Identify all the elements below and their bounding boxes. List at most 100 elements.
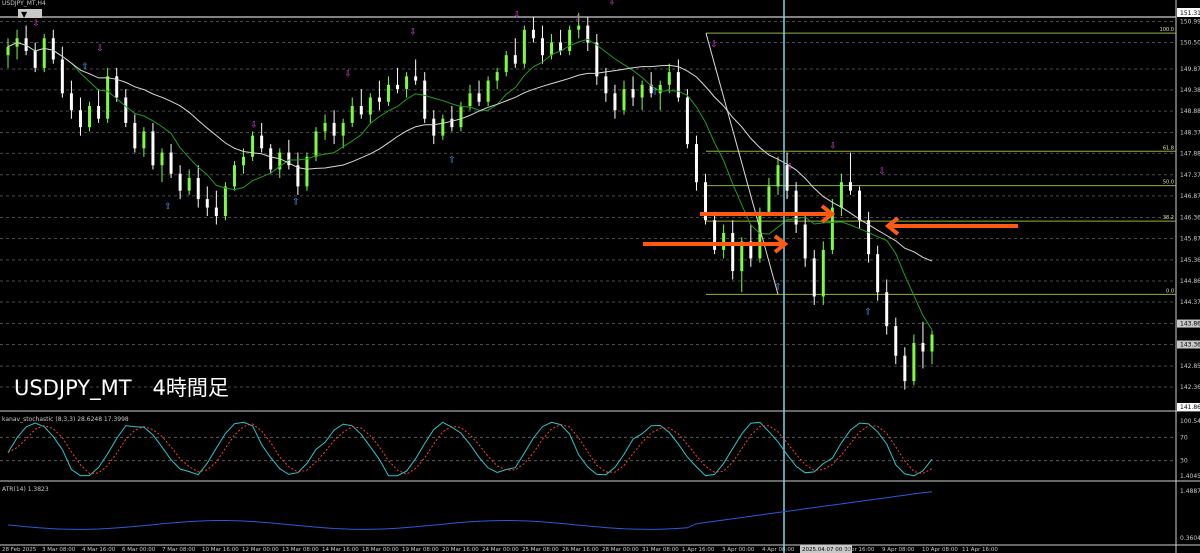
stoch-axis-label: 100.546	[1180, 418, 1200, 425]
time-label: 28 Feb 2025	[2, 547, 37, 553]
time-label: 26 Mar 16:00	[562, 547, 599, 553]
down-signal-icon: ⇩	[96, 44, 104, 54]
ma-fast-line	[7, 38, 933, 331]
candle-body	[368, 97, 372, 115]
stoch-axis-label: 70	[1180, 434, 1188, 441]
candle-body	[622, 89, 626, 111]
candle-body	[386, 84, 390, 102]
price-label: 149.380	[1180, 87, 1200, 94]
price-label: 150.500	[1180, 39, 1200, 46]
candle-body	[577, 25, 581, 30]
price-label: 144.865	[1180, 278, 1200, 285]
atr-line	[7, 491, 933, 530]
candle-body	[858, 190, 862, 221]
up-signal-icon: ⇧	[864, 308, 872, 318]
price-label: 146.365	[1180, 215, 1200, 222]
time-label: 11 Apr 16:00	[962, 547, 998, 553]
candle-body	[251, 135, 255, 157]
time-label: 19 Mar 08:00	[402, 547, 439, 553]
candle-body	[6, 46, 10, 56]
candle-body	[205, 199, 209, 208]
price-label: 148.880	[1180, 108, 1200, 115]
candle-body	[432, 118, 436, 136]
fib-level-label: 38.2	[1163, 215, 1174, 221]
down-signal-icon: ⇩	[829, 142, 837, 152]
stoch-axis-label: 30	[1180, 458, 1188, 465]
candle-body	[260, 135, 264, 149]
time-label: 1 Apr 16:00	[682, 547, 715, 553]
candle-body	[848, 182, 852, 191]
down-signal-icon: ⇩	[513, 10, 521, 20]
up-signal-icon: ⇧	[81, 62, 89, 72]
candle-body	[821, 249, 825, 297]
down-signal-icon: ⇩	[574, 15, 582, 25]
price-box-bottom-text: 141.865	[1180, 404, 1200, 411]
candle-body	[69, 93, 73, 111]
candle-body	[142, 131, 146, 149]
candle-body	[97, 105, 101, 119]
candle-body	[903, 355, 907, 382]
candle-body	[667, 72, 671, 85]
candle-body	[812, 258, 816, 297]
price-box-text: 143.365	[1180, 342, 1200, 349]
fib-level-label: 61.8	[1163, 145, 1174, 151]
up-signal-icon: ⇧	[774, 282, 782, 292]
time-label: 14 Mar 16:00	[322, 547, 359, 553]
candle-body	[305, 156, 309, 187]
candle-body	[423, 80, 427, 119]
candle-body	[876, 254, 880, 293]
atr-axis-label: 1.4887	[1180, 488, 1200, 495]
time-label: 8 Apr 16:00	[842, 547, 875, 553]
candle-body	[803, 224, 807, 259]
candle-body	[450, 118, 454, 128]
down-signal-icon: ⇩	[250, 120, 258, 130]
chart-canvas[interactable]: 150.995 150.500 149.875 149.380 148.880 148.3…	[0, 0, 1200, 553]
time-label: 6 Mar 00:00	[122, 547, 156, 553]
candle-body	[232, 165, 236, 187]
candle-body	[78, 110, 82, 128]
price-label: 147.375	[1180, 172, 1200, 179]
time-label: 4 Apr 08:00	[762, 547, 795, 553]
scroll-icon: ▼	[21, 10, 28, 19]
candle-body	[151, 131, 155, 166]
price-label: 145.365	[1180, 257, 1200, 264]
price-label: 142.360	[1180, 384, 1200, 391]
price-label: 149.875	[1180, 66, 1200, 73]
candle-body	[314, 131, 318, 157]
candle-body	[794, 190, 798, 225]
price-label: 144.370	[1180, 299, 1200, 306]
candle-body	[631, 89, 635, 98]
candle-body	[531, 29, 535, 39]
candle-body	[921, 343, 925, 352]
price-label: 146.875	[1180, 193, 1200, 200]
candle-body	[60, 59, 64, 94]
up-signal-icon: ⇧	[164, 202, 172, 212]
price-label: 142.855	[1180, 363, 1200, 370]
candle-body	[124, 97, 128, 123]
candle-body	[885, 292, 889, 327]
candle-body	[676, 72, 680, 98]
candle-body	[296, 165, 300, 187]
candle-body	[214, 207, 218, 217]
symbol-label: USDJPY_MT,H4	[2, 0, 46, 7]
stoch-main-line	[7, 421, 933, 477]
time-label: 18 Mar 00:00	[362, 547, 399, 553]
candle-body	[269, 148, 273, 170]
price-label: 148.375	[1180, 129, 1200, 136]
time-label: 31 Mar 08:00	[642, 547, 679, 553]
fib-level-label: 0.0	[1166, 288, 1174, 294]
time-label: 4 Mar 16:00	[82, 547, 116, 553]
candle-body	[522, 29, 526, 64]
fib-level-label: 100.0	[1160, 27, 1174, 33]
time-label: 7 Mar 08:00	[162, 547, 196, 553]
down-signal-icon: ⇩	[32, 19, 40, 29]
candle-body	[223, 186, 227, 217]
down-signal-icon: ⇩	[786, 163, 794, 173]
candle-body	[414, 76, 418, 81]
candle-body	[441, 118, 445, 136]
time-label: 10 Apr 08:00	[922, 547, 958, 553]
fib-level-label: 50.0	[1163, 180, 1174, 186]
candle-body	[504, 55, 508, 73]
candle-body	[550, 42, 554, 56]
down-signal-icon: ⇩	[608, 0, 616, 8]
